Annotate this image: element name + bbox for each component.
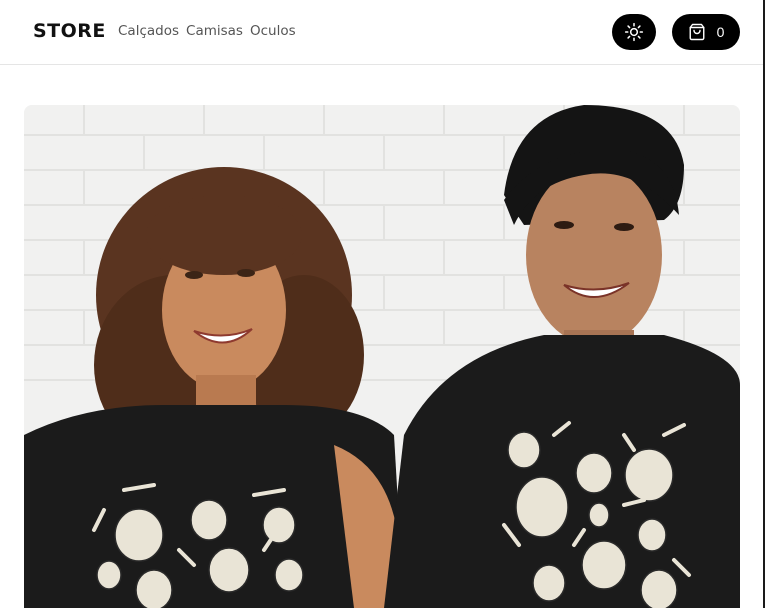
nav-link-calcados[interactable]: Calçados	[118, 23, 179, 39]
brand-logo[interactable]: STORE	[33, 20, 106, 42]
nav-links: Calçados Camisas Oculos	[118, 23, 296, 39]
theme-toggle-button[interactable]	[612, 14, 656, 50]
nav-link-camisas[interactable]: Camisas	[186, 23, 243, 39]
nav-link-oculos[interactable]: Oculos	[250, 23, 296, 39]
cart-button[interactable]: 0	[672, 14, 740, 50]
hero-image	[24, 105, 740, 608]
hero-photo	[24, 105, 740, 608]
sun-icon	[624, 22, 644, 42]
top-navbar: STORE Calçados Camisas Oculos 0	[0, 0, 765, 65]
cart-count: 0	[716, 24, 725, 40]
shopping-bag-icon	[688, 23, 706, 41]
